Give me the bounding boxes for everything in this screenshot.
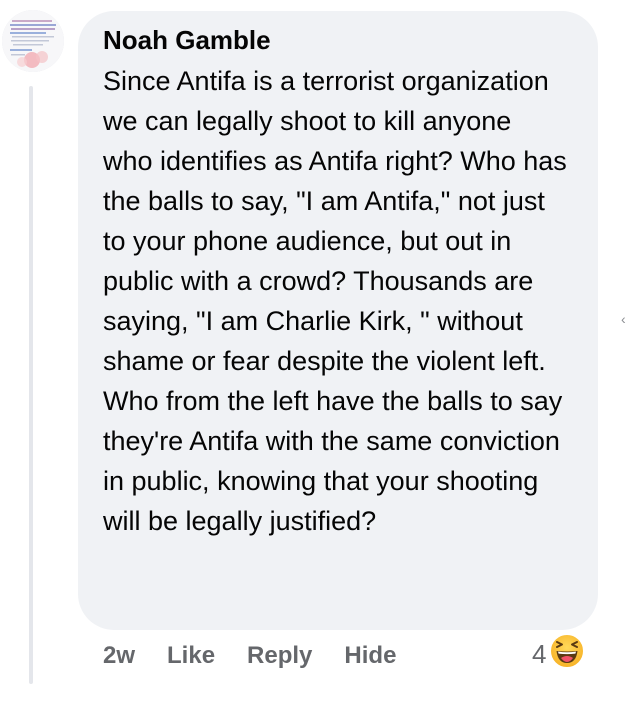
reaction-summary[interactable]: 4 (532, 632, 586, 677)
like-button[interactable]: Like (167, 642, 215, 670)
avatar[interactable] (2, 10, 64, 72)
reply-button[interactable]: Reply (247, 642, 312, 670)
comment-thread: Noah Gamble Since Antifa is a terrorist … (0, 0, 626, 708)
haha-reaction-icon (548, 632, 586, 677)
avatar-image (2, 10, 64, 72)
comment-author[interactable]: Noah Gamble (103, 25, 578, 55)
comment-bubble: Noah Gamble Since Antifa is a terrorist … (78, 11, 598, 630)
comment-actions: 2w Like Reply Hide (103, 638, 396, 674)
comment-timestamp[interactable]: 2w (103, 642, 135, 670)
reaction-count: 4 (532, 638, 547, 669)
hide-button[interactable]: Hide (344, 642, 396, 670)
scroll-edge-indicator: ‹ (621, 311, 626, 327)
thread-line (29, 86, 33, 684)
comment-text: Since Antifa is a terrorist organization… (103, 66, 567, 536)
